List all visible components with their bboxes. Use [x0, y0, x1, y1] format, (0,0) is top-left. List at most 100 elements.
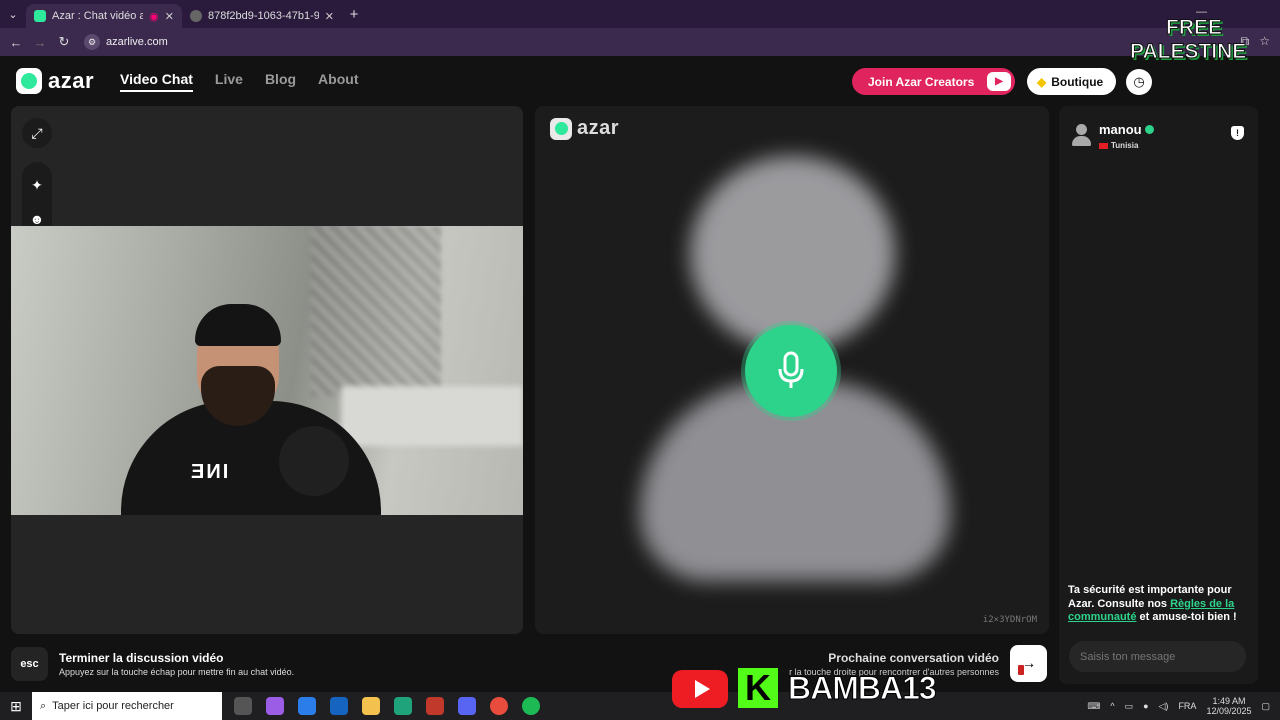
back-icon[interactable]: ← — [4, 35, 28, 50]
url-field[interactable]: ⚙ azarlive.com — [84, 34, 168, 50]
microphone-icon — [745, 325, 837, 417]
main-nav: Video Chat Live Blog About — [120, 71, 358, 92]
chat-panel: manou Tunisia ! Ta sécurité est importan… — [1059, 106, 1258, 684]
partner-info: manou Tunisia — [1071, 121, 1154, 150]
verified-badge-icon — [1144, 125, 1154, 134]
room-background — [341, 386, 523, 446]
app-icon[interactable] — [426, 697, 444, 715]
file-explorer-icon[interactable] — [362, 697, 380, 715]
keyboard-icon[interactable]: ⌨ — [1087, 701, 1100, 712]
boutique-button[interactable]: ◆ Boutique — [1027, 68, 1116, 95]
site-header: azar Video Chat Live Blog About Join Aza… — [0, 56, 1280, 106]
globe-icon — [190, 10, 202, 22]
microphone-shape — [279, 426, 349, 496]
taskbar-apps — [234, 697, 540, 715]
expand-icon[interactable]: ⤢ — [22, 118, 52, 148]
azar-logo-icon — [550, 117, 572, 140]
placeholder-avatar-head — [690, 156, 895, 351]
language-indicator[interactable]: FRA — [1178, 701, 1196, 711]
nav-live[interactable]: Live — [215, 71, 243, 92]
sparkle-effects-icon[interactable]: ✦ — [22, 170, 52, 200]
safety-notice: Ta sécurité est importante pour Azar. Co… — [1068, 584, 1253, 625]
esc-button[interactable]: esc — [11, 647, 48, 681]
next-chat-button[interactable]: → — [1010, 645, 1047, 682]
azar-favicon-icon — [34, 10, 46, 22]
volume-icon[interactable]: ◁) — [1159, 701, 1169, 712]
local-camera-feed: ƎИI — [11, 226, 523, 515]
windows-taskbar: ⊞ ⌕ Taper ici pour rechercher ⌨ ^ ▭ ● ◁)… — [0, 692, 1280, 720]
overlay-free-text: FREE — [1165, 16, 1223, 40]
address-bar-row: ← → ↻ ⚙ azarlive.com ⧉ ☆ — [0, 28, 1280, 56]
clock-date: 12/09/2025 — [1206, 706, 1252, 716]
kick-icon: K — [738, 667, 778, 708]
nav-about[interactable]: About — [318, 71, 358, 92]
new-tab-button[interactable]: + — [342, 6, 366, 23]
outlook-icon[interactable] — [330, 697, 348, 715]
mouse-cursor — [1017, 664, 1025, 676]
copilot-icon[interactable] — [266, 697, 284, 715]
notifications-icon[interactable]: ▢ — [1261, 701, 1270, 712]
watermark-text: azar — [577, 117, 620, 139]
avatar-icon — [1071, 123, 1091, 148]
shirt-logo-text: ƎИI — [191, 461, 231, 483]
gem-icon: ◆ — [1037, 74, 1047, 89]
nav-blog[interactable]: Blog — [265, 71, 296, 92]
store-icon[interactable] — [298, 697, 316, 715]
microphone-tray-icon[interactable]: ● — [1143, 701, 1148, 711]
message-input[interactable] — [1069, 641, 1246, 672]
overlay-palestine-text: PALESTINE — [1129, 40, 1247, 64]
country-label: Tunisia — [1111, 141, 1139, 150]
browser-tab-bar: ⌄ Azar : Chat vidéo avec de n ◉ ✕ 878f2b… — [0, 0, 1280, 28]
report-shield-icon[interactable]: ! — [1231, 126, 1244, 140]
safety-text-end: et amuse-toi bien ! — [1136, 611, 1237, 623]
site-info-icon[interactable]: ⚙ — [84, 34, 100, 50]
join-creators-label: Join Azar Creators — [868, 74, 975, 89]
remote-azar-watermark: azar — [550, 117, 619, 140]
end-chat-hint: Appuyez sur la touche échap pour mettre … — [59, 667, 295, 677]
system-tray: ⌨ ^ ▭ ● ◁) FRA 1:49 AM 12/09/2025 ▢ — [1087, 692, 1270, 720]
nav-video-chat[interactable]: Video Chat — [120, 71, 193, 92]
session-code: i2×3YDNrOM — [982, 615, 1037, 625]
tab-search-menu[interactable]: ⌄ — [0, 1, 26, 27]
partner-country: Tunisia — [1099, 141, 1154, 150]
clock-time: 1:49 AM — [1212, 696, 1246, 706]
edge-icon[interactable] — [394, 697, 412, 715]
forward-icon[interactable]: → — [28, 35, 52, 50]
task-view-icon[interactable] — [234, 697, 252, 715]
tray-chevron-icon[interactable]: ^ — [1110, 701, 1114, 711]
join-creators-button[interactable]: Join Azar Creators ▶ — [852, 68, 1015, 95]
azar-logo[interactable]: azar — [16, 68, 94, 94]
chrome-icon[interactable] — [490, 697, 508, 715]
url-text: azarlive.com — [106, 36, 168, 48]
tab-title: Azar : Chat vidéo avec de n — [52, 10, 144, 22]
discord-icon[interactable] — [458, 697, 476, 715]
search-icon: ⌕ — [40, 699, 47, 712]
record-indicator-icon: ◉ — [149, 10, 159, 23]
next-chat-title: Prochaine conversation vidéo — [828, 651, 999, 665]
stream-overlay: K BAMBA13 — [672, 664, 942, 710]
free-palestine-overlay: FREE PALESTINE — [1128, 13, 1274, 113]
windows-start-icon[interactable]: ⊞ — [0, 698, 32, 715]
tunisia-flag-icon — [1099, 142, 1108, 149]
person-cap — [195, 304, 281, 346]
tab-azar[interactable]: Azar : Chat vidéo avec de n ◉ ✕ — [26, 4, 182, 28]
close-tab-icon[interactable]: ✕ — [325, 10, 334, 23]
network-icon[interactable]: ▭ — [1125, 701, 1134, 712]
close-tab-icon[interactable]: ✕ — [165, 10, 174, 23]
youtube-icon — [672, 670, 728, 708]
taskbar-search[interactable]: ⌕ Taper ici pour rechercher — [32, 692, 222, 720]
boutique-label: Boutique — [1051, 74, 1104, 89]
streamer-name: BAMBA13 — [788, 670, 938, 707]
reload-icon[interactable]: ↻ — [52, 34, 76, 50]
partner-name: manou — [1099, 122, 1142, 137]
play-icon: ▶ — [987, 72, 1011, 91]
azar-logo-icon — [16, 68, 42, 94]
clock[interactable]: 1:49 AM 12/09/2025 — [1206, 696, 1251, 716]
tab-second[interactable]: 878f2bd9-1063-47b1-92c9-ecf ✕ — [182, 4, 342, 28]
remote-video-panel: azar i2×3YDNrOM — [535, 106, 1049, 634]
wallpaper-background — [311, 226, 441, 396]
spotify-icon[interactable] — [522, 697, 540, 715]
taskbar-search-placeholder: Taper ici pour rechercher — [52, 700, 174, 712]
end-chat-title: Terminer la discussion vidéo — [59, 651, 224, 665]
tab-title: 878f2bd9-1063-47b1-92c9-ecf — [208, 10, 319, 22]
